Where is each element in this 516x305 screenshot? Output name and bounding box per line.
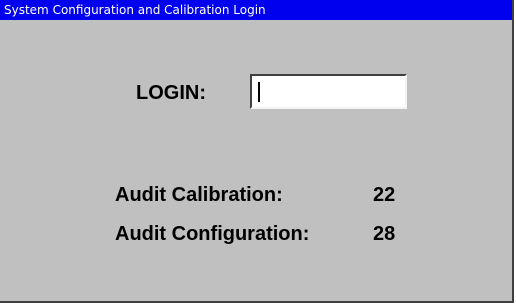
audit-configuration-label: Audit Configuration:	[115, 223, 310, 245]
audit-calibration-value: 22	[373, 184, 396, 206]
login-label: LOGIN:	[136, 82, 206, 104]
audit-configuration-value: 28	[373, 223, 396, 245]
text-cursor	[258, 82, 260, 102]
window-title: System Configuration and Calibration Log…	[4, 3, 266, 17]
login-window: System Configuration and Calibration Log…	[0, 0, 514, 303]
login-input[interactable]	[250, 74, 407, 109]
window-title-bar[interactable]: System Configuration and Calibration Log…	[0, 0, 512, 20]
audit-calibration-label: Audit Calibration:	[115, 184, 283, 206]
